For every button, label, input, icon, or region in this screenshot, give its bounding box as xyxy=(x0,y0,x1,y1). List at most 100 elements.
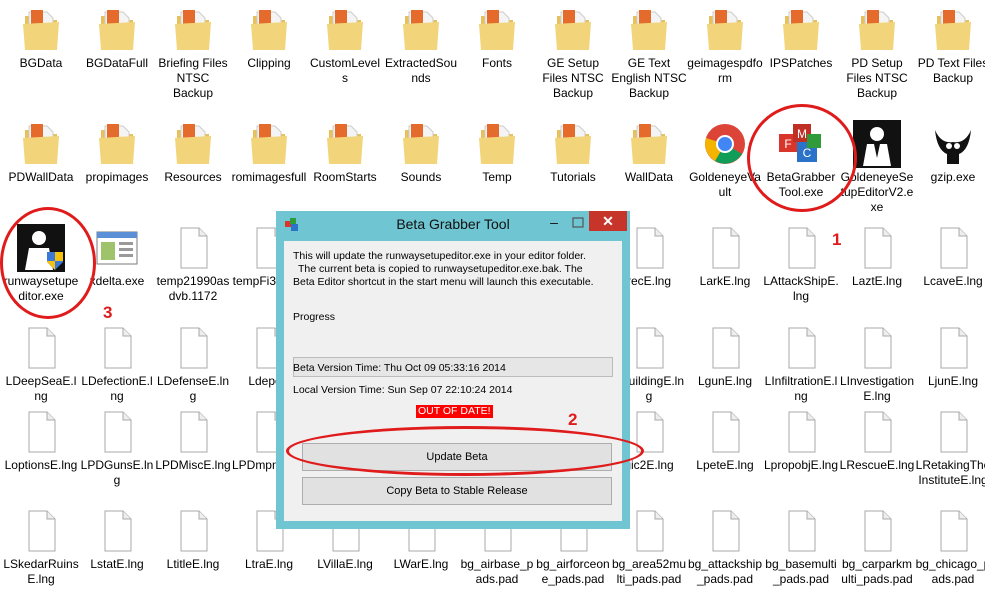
desktop-item-label: temp21990asdvb.1172 xyxy=(156,274,230,303)
desktop-item[interactable]: BGDataFull xyxy=(79,6,155,71)
file-icon xyxy=(777,507,825,555)
desktop-item[interactable]: Briefing Files NTSC Backup xyxy=(155,6,231,101)
desktop-item[interactable]: BGData xyxy=(3,6,79,71)
desktop-item[interactable]: LRetakingTheInstituteE.lng xyxy=(915,408,985,488)
desktop-item[interactable]: WallData xyxy=(611,120,687,185)
desktop-item[interactable]: CustomLevels xyxy=(307,6,383,86)
desktop-item[interactable]: bg_attackship_pads.pad xyxy=(687,507,763,587)
file-icon xyxy=(169,324,217,372)
desktop-item[interactable]: LstatE.lng xyxy=(79,507,155,572)
folder-icon xyxy=(473,6,521,54)
desktop-item[interactable]: bg_chicago_pads.pad xyxy=(915,507,985,587)
desktop-item-label: ExtractedSounds xyxy=(384,56,458,85)
folder-icon xyxy=(321,6,369,54)
desktop-item-label: LjunE.lng xyxy=(927,374,979,388)
desktop-item[interactable]: LPDMiscE.lng xyxy=(155,408,231,473)
file-icon xyxy=(625,224,673,272)
desktop-item[interactable]: LgunE.lng xyxy=(687,324,763,389)
desktop-item-label: LPDMiscE.lng xyxy=(155,458,231,472)
description-line-2: The current beta is copied to runwaysetu… xyxy=(298,263,583,275)
desktop-item-label: PD Text Files Backup xyxy=(917,56,985,85)
desktop-item[interactable]: PD Setup Files NTSC Backup xyxy=(839,6,915,101)
desktop-item[interactable]: LDeepSeaE.lng xyxy=(3,324,79,404)
folder-icon xyxy=(549,6,597,54)
desktop-item[interactable]: Fonts xyxy=(459,6,535,71)
desktop-item[interactable]: bg_carparkmulti_pads.pad xyxy=(839,507,915,587)
file-icon xyxy=(93,507,141,555)
desktop-item[interactable]: propimages xyxy=(79,120,155,185)
desktop-item[interactable]: Temp xyxy=(459,120,535,185)
folder-icon xyxy=(853,6,901,54)
file-icon xyxy=(169,507,217,555)
desktop-item-label: bg_airforceone_pads.pad xyxy=(536,557,610,586)
folder-icon xyxy=(777,6,825,54)
desktop-item-label: LgunE.lng xyxy=(697,374,753,388)
desktop-item-label: LtraE.lng xyxy=(244,557,294,571)
desktop-item[interactable]: Resources xyxy=(155,120,231,185)
desktop-item[interactable]: LSkedarRuinsE.lng xyxy=(3,507,79,587)
annotation-number-3: 3 xyxy=(103,303,113,322)
desktop-item[interactable]: LpeteE.lng xyxy=(687,408,763,473)
desktop-item[interactable]: romimagesfull xyxy=(231,120,307,185)
desktop-item[interactable]: bg_basemulti_pads.pad xyxy=(763,507,839,587)
desktop-item-label: CustomLevels xyxy=(309,56,381,85)
desktop-item[interactable]: LInfiltrationE.lng xyxy=(763,324,839,404)
desktop-item[interactable]: gzip.exe xyxy=(915,120,985,185)
desktop-item-label: LVillaE.lng xyxy=(317,557,373,571)
desktop-item-label: LstatE.lng xyxy=(90,557,144,571)
desktop-item[interactable]: geimagespdform xyxy=(687,6,763,86)
desktop-item[interactable]: Sounds xyxy=(383,120,459,185)
desktop-item[interactable]: PD Text Files Backup xyxy=(915,6,985,86)
desktop-item[interactable]: Tutorials xyxy=(535,120,611,185)
local-version-time: Local Version Time: Sun Sep 07 22:10:24 … xyxy=(293,384,513,396)
desktop-item[interactable]: LarkE.lng xyxy=(687,224,763,289)
file-icon xyxy=(17,408,65,456)
desktop-item[interactable]: Clipping xyxy=(231,6,307,71)
desktop-item-label: Fonts xyxy=(481,56,512,70)
desktop-item[interactable]: LaztE.lng xyxy=(839,224,915,289)
desktop-item[interactable]: GE Setup Files NTSC Backup xyxy=(535,6,611,101)
desktop-item[interactable]: LtitleE.lng xyxy=(155,507,231,572)
desktop-item[interactable]: ExtractedSounds xyxy=(383,6,459,86)
desktop-item[interactable]: LAttackShipE.lng xyxy=(763,224,839,304)
title-bar[interactable]: Beta Grabber Tool – ✕ xyxy=(276,211,630,237)
desktop-item[interactable]: LRescueE.lng xyxy=(839,408,915,473)
desktop-item-label: WallData xyxy=(624,170,674,184)
close-button[interactable]: ✕ xyxy=(589,211,627,231)
file-icon xyxy=(929,324,977,372)
progress-label: Progress xyxy=(293,311,336,323)
desktop-item[interactable]: GE Text English NTSC Backup xyxy=(611,6,687,101)
folder-icon xyxy=(929,6,977,54)
folder-icon xyxy=(549,120,597,168)
desktop-item-label: LtitleE.lng xyxy=(166,557,220,571)
desktop-item-label: gzip.exe xyxy=(930,170,976,184)
maximize-button[interactable] xyxy=(568,214,588,232)
desktop-item-label: LAttackShipE.lng xyxy=(763,274,839,303)
file-icon xyxy=(777,224,825,272)
desktop-item-label: LaztE.lng xyxy=(851,274,903,288)
desktop-item[interactable]: LDefenseE.lng xyxy=(155,324,231,404)
desktop-item[interactable]: LDefectionE.lng xyxy=(79,324,155,404)
file-icon xyxy=(853,324,901,372)
desktop-item[interactable]: LInvestigationE.lng xyxy=(839,324,915,404)
folder-icon xyxy=(245,6,293,54)
desktop-item[interactable]: temp21990asdvb.1172 xyxy=(155,224,231,304)
desktop-item-label: LoptionsE.lng xyxy=(4,458,78,472)
file-icon xyxy=(929,224,977,272)
desktop-item-label: PD Setup Files NTSC Backup xyxy=(846,56,908,100)
desktop-item[interactable]: LjunE.lng xyxy=(915,324,985,389)
desktop-item[interactable]: LoptionsE.lng xyxy=(3,408,79,473)
copy-beta-to-stable-button[interactable]: Copy Beta to Stable Release xyxy=(302,477,612,505)
desktop-item-label: GE Setup Files NTSC Backup xyxy=(542,56,604,100)
desktop-item[interactable]: LPDGunsE.lng xyxy=(79,408,155,488)
desktop-item-label: bg_attackship_pads.pad xyxy=(687,557,763,586)
desktop-item-label: LDefectionE.lng xyxy=(81,374,153,403)
desktop-item[interactable]: RoomStarts xyxy=(307,120,383,185)
gzip-icon xyxy=(929,120,977,168)
folder-icon xyxy=(397,6,445,54)
desktop-item[interactable]: LcaveE.lng xyxy=(915,224,985,289)
minimize-button[interactable]: – xyxy=(544,214,564,232)
desktop-item[interactable]: PDWallData xyxy=(3,120,79,185)
desktop-item[interactable]: LpropobjE.lng xyxy=(763,408,839,473)
desktop-item[interactable]: IPSPatches xyxy=(763,6,839,71)
